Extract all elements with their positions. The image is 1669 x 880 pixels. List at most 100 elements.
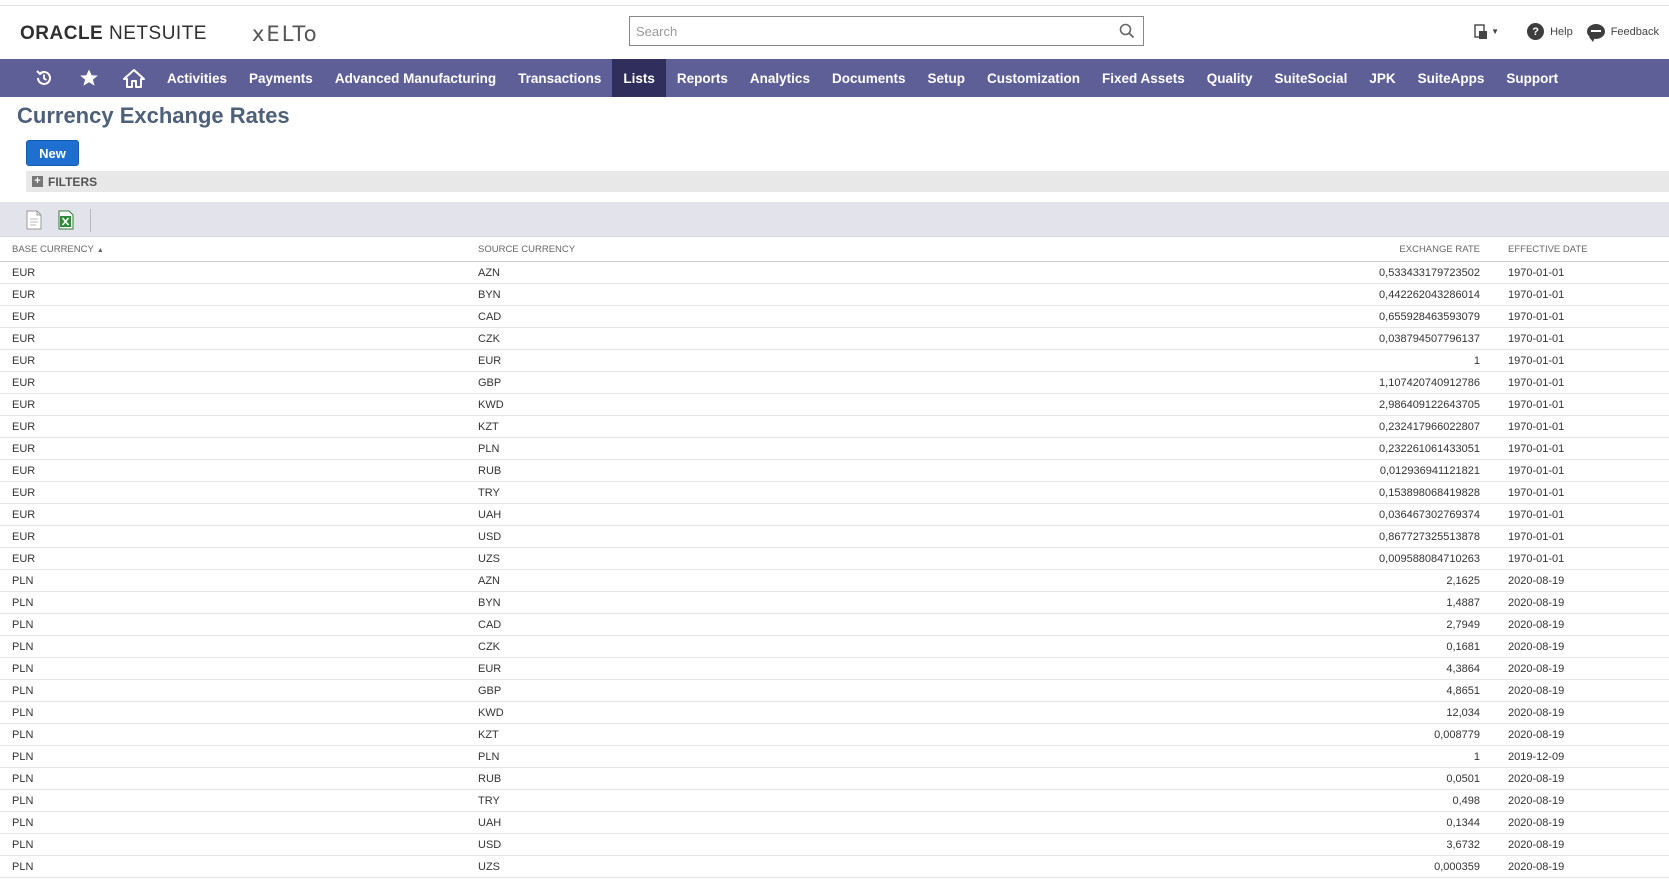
table-row[interactable]: EUR BYN 0,442262043286014 1970-01-01 <box>0 284 1669 306</box>
table-header: BASE CURRENCY ▲ SOURCE CURRENCY EXCHANGE … <box>0 238 1669 262</box>
company-logo: xELTo <box>252 22 319 46</box>
nav-payments[interactable]: Payments <box>238 59 324 97</box>
source-currency-cell: GBP <box>478 684 502 697</box>
recent-records-icon[interactable] <box>22 59 66 97</box>
nav-suitesocial[interactable]: SuiteSocial <box>1264 59 1359 97</box>
search-input[interactable] <box>630 17 1100 45</box>
table-row[interactable]: PLN USD 3,6732 2020-08-19 <box>0 834 1669 856</box>
table-row[interactable]: PLN UZS 0,000359 2020-08-19 <box>0 856 1669 878</box>
filters-toggle[interactable]: + FILTERS <box>26 171 1669 192</box>
nav-reports[interactable]: Reports <box>666 59 739 97</box>
table-row[interactable]: PLN KZT 0,008779 2020-08-19 <box>0 724 1669 746</box>
source-currency-cell: CAD <box>478 618 502 631</box>
table-row[interactable]: EUR KZT 0,232417966022807 1970-01-01 <box>0 416 1669 438</box>
nav-transactions[interactable]: Transactions <box>507 59 612 97</box>
table-row[interactable]: PLN UAH 0,1344 2020-08-19 <box>0 812 1669 834</box>
feedback-link[interactable]: Feedback <box>1586 24 1659 42</box>
col-source-currency[interactable]: SOURCE CURRENCY <box>478 244 1008 255</box>
table-row[interactable]: EUR EUR 1 1970-01-01 <box>0 350 1669 372</box>
table-row[interactable]: EUR PLN 0,232261061433051 1970-01-01 <box>0 438 1669 460</box>
exchange-rate-cell: 0,442262043286014 <box>1379 288 1480 301</box>
table-row[interactable]: PLN TRY 0,498 2020-08-19 <box>0 790 1669 812</box>
effective-date-cell: 2020-08-19 <box>1508 706 1565 719</box>
nav-documents[interactable]: Documents <box>821 59 917 97</box>
exchange-rate-cell: 0,009588084710263 <box>1379 552 1480 565</box>
table-row[interactable]: EUR UZS 0,009588084710263 1970-01-01 <box>0 548 1669 570</box>
role-menu[interactable]: ▼ <box>1473 23 1499 40</box>
table-row[interactable]: EUR AZN 0,533433179723502 1970-01-01 <box>0 262 1669 284</box>
expand-plus-icon: + <box>32 176 43 187</box>
nav-customization[interactable]: Customization <box>976 59 1091 97</box>
source-currency-cell: RUB <box>478 772 502 785</box>
base-currency-cell: EUR <box>12 486 36 499</box>
exchange-rate-cell: 0,038794507796137 <box>1379 332 1480 345</box>
export-document-icon[interactable] <box>25 210 43 230</box>
help-link[interactable]: ? Help <box>1527 23 1573 40</box>
col-base-currency[interactable]: BASE CURRENCY ▲ <box>0 244 478 255</box>
nav-fixed-assets[interactable]: Fixed Assets <box>1091 59 1196 97</box>
source-currency-cell: KWD <box>478 706 504 719</box>
nav-suiteapps[interactable]: SuiteApps <box>1407 59 1496 97</box>
table-row[interactable]: PLN AZN 2,1625 2020-08-19 <box>0 570 1669 592</box>
export-excel-icon[interactable] <box>57 210 75 230</box>
table-row[interactable]: EUR TRY 0,153898068419828 1970-01-01 <box>0 482 1669 504</box>
source-currency-cell: CAD <box>478 310 502 323</box>
table-row[interactable]: EUR UAH 0,036467302769374 1970-01-01 <box>0 504 1669 526</box>
nav-activities[interactable]: Activities <box>156 59 238 97</box>
table-row[interactable]: PLN GBP 4,8651 2020-08-19 <box>0 680 1669 702</box>
exchange-rate-cell: 0,232261061433051 <box>1379 442 1480 455</box>
table-row[interactable]: PLN CZK 0,1681 2020-08-19 <box>0 636 1669 658</box>
effective-date-cell: 2020-08-19 <box>1508 860 1565 873</box>
base-currency-cell: PLN <box>12 574 34 587</box>
col-exchange-rate[interactable]: EXCHANGE RATE <box>1008 244 1480 255</box>
table-row[interactable]: PLN KWD 12,034 2020-08-19 <box>0 702 1669 724</box>
search-icon[interactable] <box>1119 23 1135 39</box>
col-effective-date[interactable]: EFFECTIVE DATE <box>1480 244 1669 255</box>
nav-analytics[interactable]: Analytics <box>739 59 821 97</box>
oracle-netsuite-logo[interactable]: ORACLE NETSUITE <box>20 23 207 45</box>
base-currency-cell: EUR <box>12 354 36 367</box>
table-row[interactable]: EUR GBP 1,107420740912786 1970-01-01 <box>0 372 1669 394</box>
effective-date-cell: 1970-01-01 <box>1508 552 1565 565</box>
exchange-rate-cell: 0,1344 <box>1446 816 1480 829</box>
table-row[interactable]: EUR USD 0,867727325513878 1970-01-01 <box>0 526 1669 548</box>
nav-setup[interactable]: Setup <box>916 59 976 97</box>
base-currency-cell: PLN <box>12 728 34 741</box>
table-body: EUR AZN 0,533433179723502 1970-01-01 EUR BYN 0… <box>0 262 1669 878</box>
favorites-star-icon[interactable] <box>66 59 111 97</box>
nav-advanced-manufacturing[interactable]: Advanced Manufacturing <box>324 59 507 97</box>
table-row[interactable]: EUR RUB 0,012936941121821 1970-01-01 <box>0 460 1669 482</box>
base-currency-cell: EUR <box>12 310 36 323</box>
effective-date-cell: 1970-01-01 <box>1508 420 1565 433</box>
effective-date-cell: 1970-01-01 <box>1508 310 1565 323</box>
sort-ascending-icon: ▲ <box>96 247 104 254</box>
nav-support[interactable]: Support <box>1495 59 1569 97</box>
nav-quality[interactable]: Quality <box>1196 59 1264 97</box>
table-row[interactable]: PLN BYN 1,4887 2020-08-19 <box>0 592 1669 614</box>
table-row[interactable]: EUR CAD 0,655928463593079 1970-01-01 <box>0 306 1669 328</box>
effective-date-cell: 1970-01-01 <box>1508 332 1565 345</box>
table-row[interactable]: EUR CZK 0,038794507796137 1970-01-01 <box>0 328 1669 350</box>
base-currency-cell: EUR <box>12 376 36 389</box>
source-currency-cell: BYN <box>478 288 501 301</box>
table-row[interactable]: PLN RUB 0,0501 2020-08-19 <box>0 768 1669 790</box>
global-search <box>629 16 1144 46</box>
effective-date-cell: 2020-08-19 <box>1508 816 1565 829</box>
source-currency-cell: UZS <box>478 860 500 873</box>
nav-jpk[interactable]: JPK <box>1358 59 1406 97</box>
exchange-rate-cell: 1 <box>1473 354 1480 367</box>
help-label: Help <box>1550 25 1573 38</box>
base-currency-cell: PLN <box>12 684 34 697</box>
table-row[interactable]: PLN CAD 2,7949 2020-08-19 <box>0 614 1669 636</box>
nav-lists[interactable]: Lists <box>612 59 666 97</box>
exchange-rate-cell: 12,034 <box>1446 706 1480 719</box>
user-role-icon <box>1474 23 1488 39</box>
source-currency-cell: USD <box>478 530 502 543</box>
table-row[interactable]: PLN PLN 1 2019-12-09 <box>0 746 1669 768</box>
logo-netsuite-text: NETSUITE <box>109 23 207 44</box>
new-button[interactable]: New <box>26 140 79 166</box>
base-currency-cell: PLN <box>12 816 34 829</box>
table-row[interactable]: PLN EUR 4,3864 2020-08-19 <box>0 658 1669 680</box>
table-row[interactable]: EUR KWD 2,986409122643705 1970-01-01 <box>0 394 1669 416</box>
home-icon[interactable] <box>111 59 156 97</box>
